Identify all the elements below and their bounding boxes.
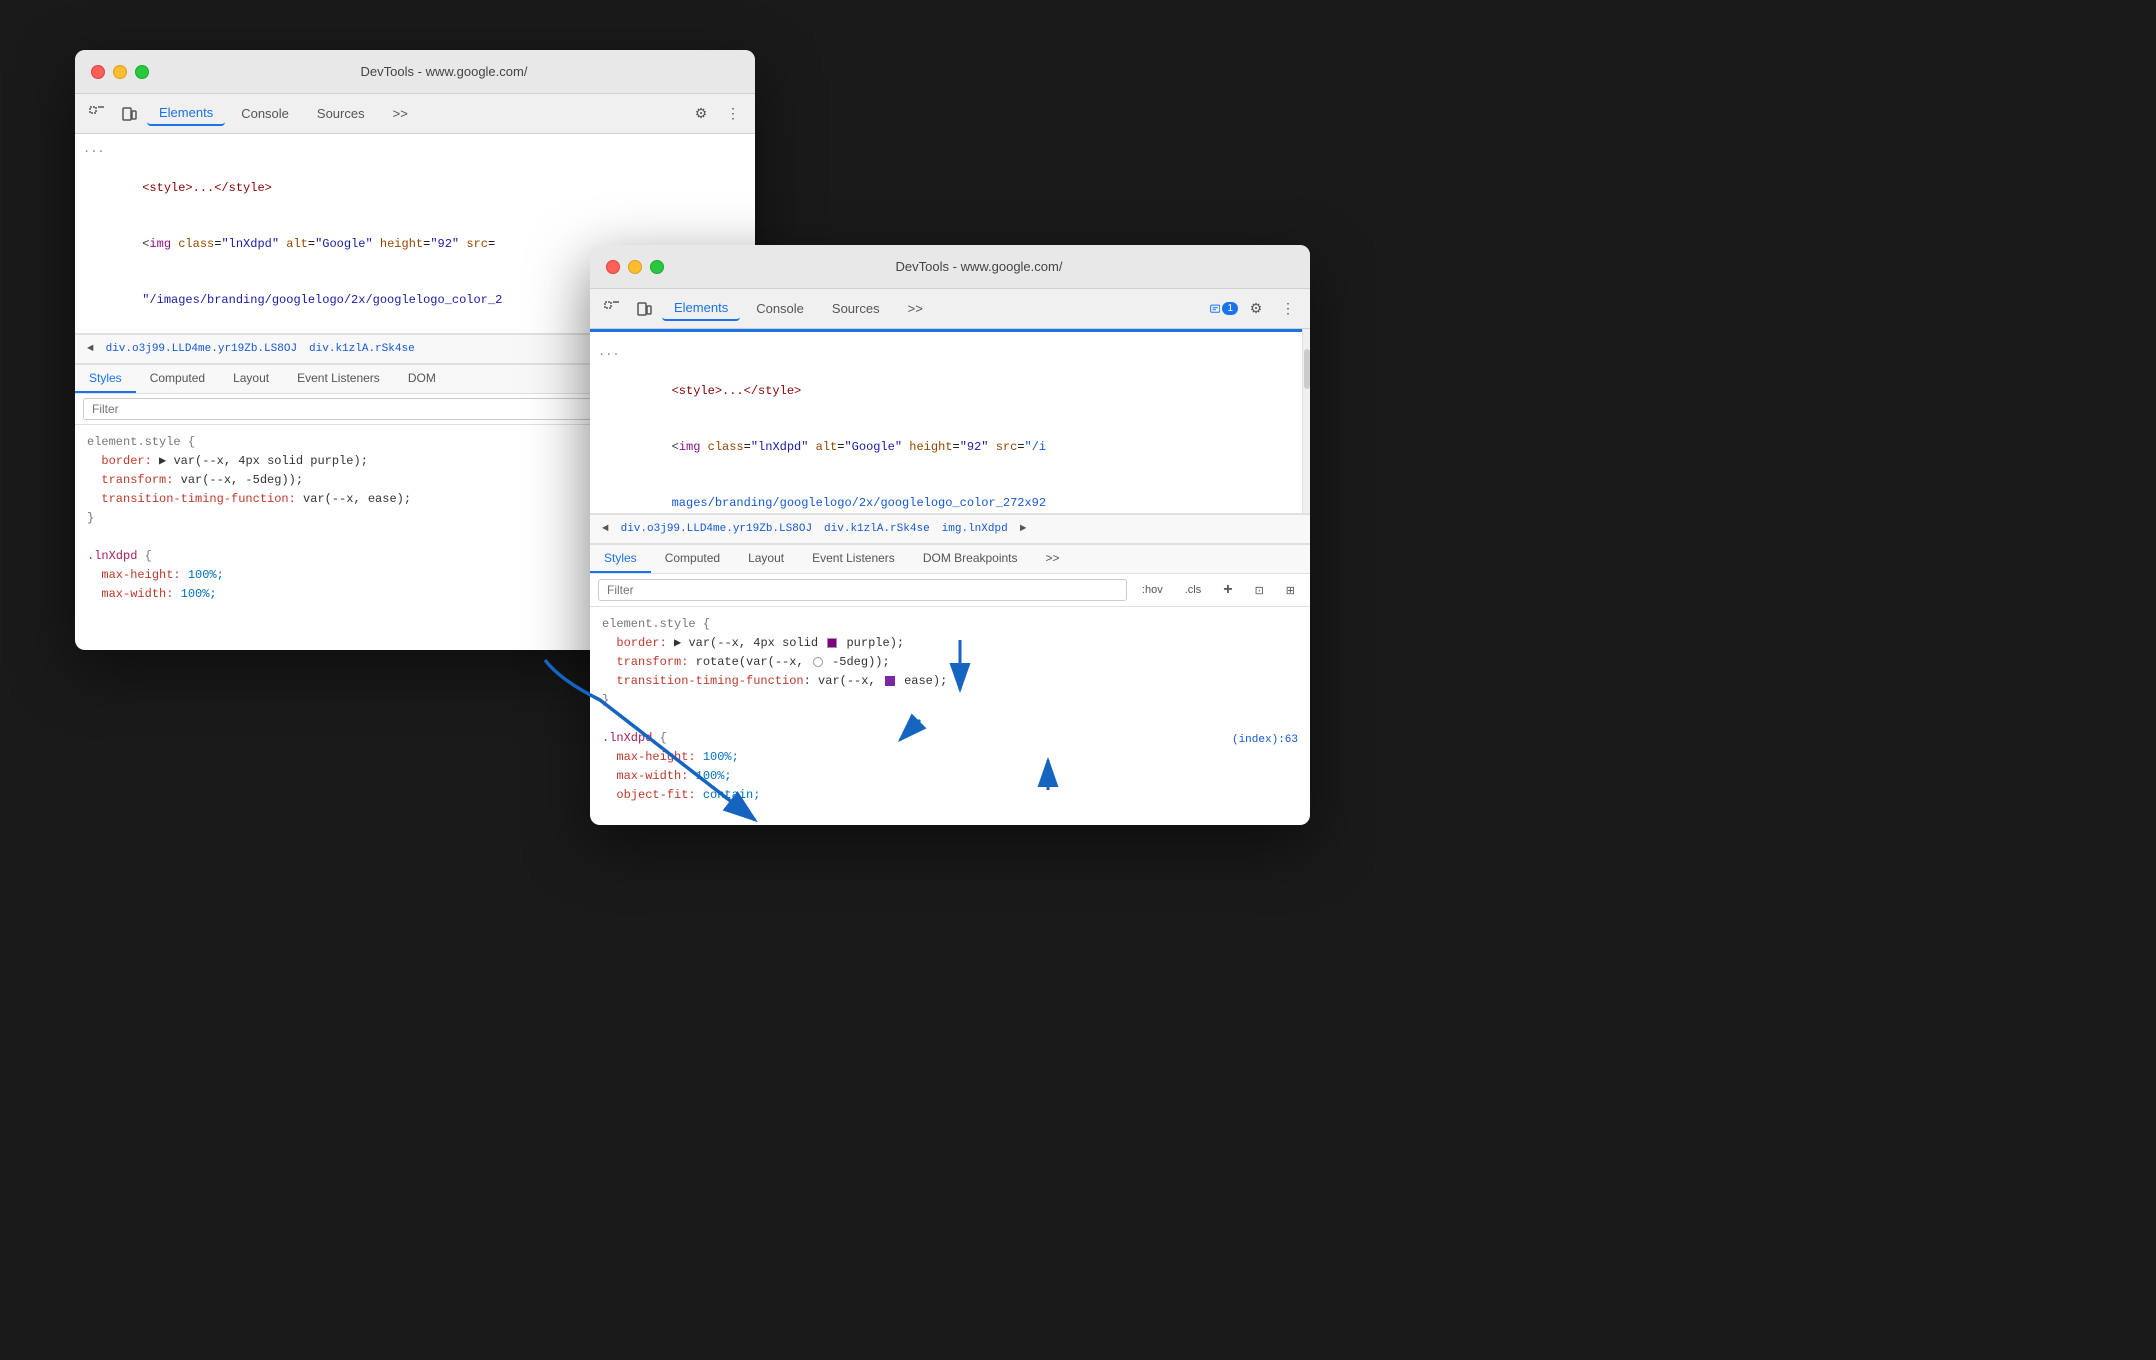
css-transform-2[interactable]: transform: rotate(var(--x, -5deg)); (598, 653, 1302, 672)
tab-console-2[interactable]: Console (744, 297, 816, 320)
css-objectfit-2[interactable]: object-fit: contain; (598, 786, 1232, 805)
tab-sources-1[interactable]: Sources (305, 102, 377, 125)
titlebar-2: DevTools - www.google.com/ (590, 245, 1310, 289)
titlebar-1: DevTools - www.google.com/ (75, 50, 755, 94)
html-panel-2: ... <style>...</style> <img class="lnXdp… (590, 329, 1310, 514)
add-badge-2[interactable]: + (1216, 578, 1239, 602)
css-content-2: element.style { border: ▶ var(--x, 4px s… (590, 607, 1310, 825)
window-title-1: DevTools - www.google.com/ (149, 64, 739, 79)
html-line-2-1[interactable]: <style>...</style> (590, 363, 1310, 419)
breadcrumb-item-2-1[interactable]: div.o3j99.LLD4me.yr19Zb.LS8OJ (617, 521, 816, 537)
css-border-2[interactable]: border: ▶ var(--x, 4px solid purple); (598, 634, 1302, 653)
icon-badge-2a[interactable]: ⊡ (1248, 581, 1271, 600)
breadcrumb-forward-2[interactable]: ► (1016, 521, 1031, 537)
css-source-link-2[interactable]: (index):63 (1232, 729, 1298, 750)
tab-sources-2[interactable]: Sources (820, 297, 892, 320)
maximize-button-1[interactable] (135, 65, 149, 79)
tab-console-1[interactable]: Console (229, 102, 301, 125)
tab-computed-1[interactable]: Computed (136, 365, 219, 393)
device-icon-2[interactable] (630, 295, 658, 323)
html-line-1[interactable]: <style>...</style> (75, 160, 755, 216)
inspect-icon[interactable] (83, 100, 111, 128)
html-scrollbar-thumb-2[interactable] (1304, 349, 1310, 389)
html-line-2-2[interactable]: <img class="lnXdpd" alt="Google" height=… (590, 419, 1310, 475)
devtools-window-2: DevTools - www.google.com/ Elements Cons… (590, 245, 1310, 825)
tab-event-listeners-1[interactable]: Event Listeners (283, 365, 394, 393)
icon-badge-2b[interactable]: ⊞ (1279, 581, 1302, 600)
breadcrumb-item-1-1[interactable]: div.o3j99.LLD4me.yr19Zb.LS8OJ (102, 341, 301, 357)
cls-badge-2[interactable]: .cls (1178, 581, 1209, 599)
css-close-2: } (598, 691, 1302, 710)
tab-more-styles-2[interactable]: >> (1032, 545, 1074, 573)
css-lnxdpd-content: .lnXdpd { max-height: 100%; max-width: 1… (598, 729, 1232, 805)
html-scrollbar-2[interactable] (1302, 329, 1310, 513)
breadcrumb-item-2-2[interactable]: div.k1zlA.rSk4se (820, 521, 934, 537)
html-line-2-3[interactable]: mages/branding/googlelogo/2x/googlelogo_… (590, 475, 1310, 514)
tab-styles-1[interactable]: Styles (75, 365, 136, 393)
styles-tabs-2: Styles Computed Layout Event Listeners D… (590, 545, 1310, 574)
filter-bar-2: :hov .cls + ⊡ ⊞ (590, 574, 1310, 607)
toolbar-2: Elements Console Sources >> 1 ⚙ ⋮ (590, 289, 1310, 329)
css-maxwidth-2[interactable]: max-width: 100%; (598, 767, 1232, 786)
chat-badge-2: 1 (1222, 302, 1238, 315)
filter-input-2[interactable] (598, 579, 1127, 601)
settings-icon-2[interactable]: ⚙ (1242, 295, 1270, 323)
settings-icon-1[interactable]: ⚙ (687, 100, 715, 128)
tab-dom-1[interactable]: DOM (394, 365, 450, 393)
traffic-lights-2 (606, 260, 664, 274)
tab-event-listeners-2[interactable]: Event Listeners (798, 545, 909, 573)
tab-dom-breakpoints-2[interactable]: DOM Breakpoints (909, 545, 1032, 573)
css-transition-2[interactable]: transition-timing-function: var(--x, eas… (598, 672, 1302, 691)
tab-layout-1[interactable]: Layout (219, 365, 283, 393)
checkbox-swatch-transition[interactable] (885, 676, 895, 686)
breadcrumb-bar-2: ◄ div.o3j99.LLD4me.yr19Zb.LS8OJ div.k1zl… (590, 514, 1310, 544)
toolbar-1: Elements Console Sources >> ⚙ ⋮ (75, 94, 755, 134)
inspect-icon-2[interactable] (598, 295, 626, 323)
tab-layout-2[interactable]: Layout (734, 545, 798, 573)
close-button-2[interactable] (606, 260, 620, 274)
css-lnxdpd-block-2: .lnXdpd { max-height: 100%; max-width: 1… (598, 729, 1302, 805)
tab-elements-1[interactable]: Elements (147, 101, 225, 126)
tab-styles-2[interactable]: Styles (590, 545, 651, 573)
more-icon-1[interactable]: ⋮ (719, 100, 747, 128)
circle-swatch-transform[interactable] (813, 657, 823, 667)
device-icon[interactable] (115, 100, 143, 128)
minimize-button-2[interactable] (628, 260, 642, 274)
css-lnxdpd-selector-2[interactable]: .lnXdpd { (598, 729, 1232, 748)
breadcrumb-item-1-2[interactable]: div.k1zlA.rSk4se (305, 341, 419, 357)
tab-more-1[interactable]: >> (381, 102, 420, 125)
breadcrumb-back-1[interactable]: ◄ (83, 341, 98, 357)
window-title-2: DevTools - www.google.com/ (664, 259, 1294, 274)
traffic-lights-1 (91, 65, 149, 79)
ellipsis-2: ... (590, 341, 1310, 363)
tab-computed-2[interactable]: Computed (651, 545, 734, 573)
breadcrumb-back-2[interactable]: ◄ (598, 521, 613, 537)
minimize-button-1[interactable] (113, 65, 127, 79)
maximize-button-2[interactable] (650, 260, 664, 274)
ellipsis-1: ... (75, 138, 755, 160)
breadcrumb-item-2-3[interactable]: img.lnXdpd (938, 521, 1012, 537)
bottom-panel-2: Styles Computed Layout Event Listeners D… (590, 544, 1310, 825)
css-selector-2[interactable]: element.style { (598, 615, 1302, 634)
color-swatch-purple[interactable] (827, 638, 837, 648)
more-icon-2[interactable]: ⋮ (1274, 295, 1302, 323)
close-button-1[interactable] (91, 65, 105, 79)
css-maxheight-2[interactable]: max-height: 100%; (598, 748, 1232, 767)
chat-icon-2[interactable]: 1 (1210, 295, 1238, 323)
filter-input-1[interactable] (83, 398, 666, 420)
tab-more-2[interactable]: >> (896, 297, 935, 320)
tab-elements-2[interactable]: Elements (662, 296, 740, 321)
hov-badge-2[interactable]: :hov (1135, 581, 1170, 599)
